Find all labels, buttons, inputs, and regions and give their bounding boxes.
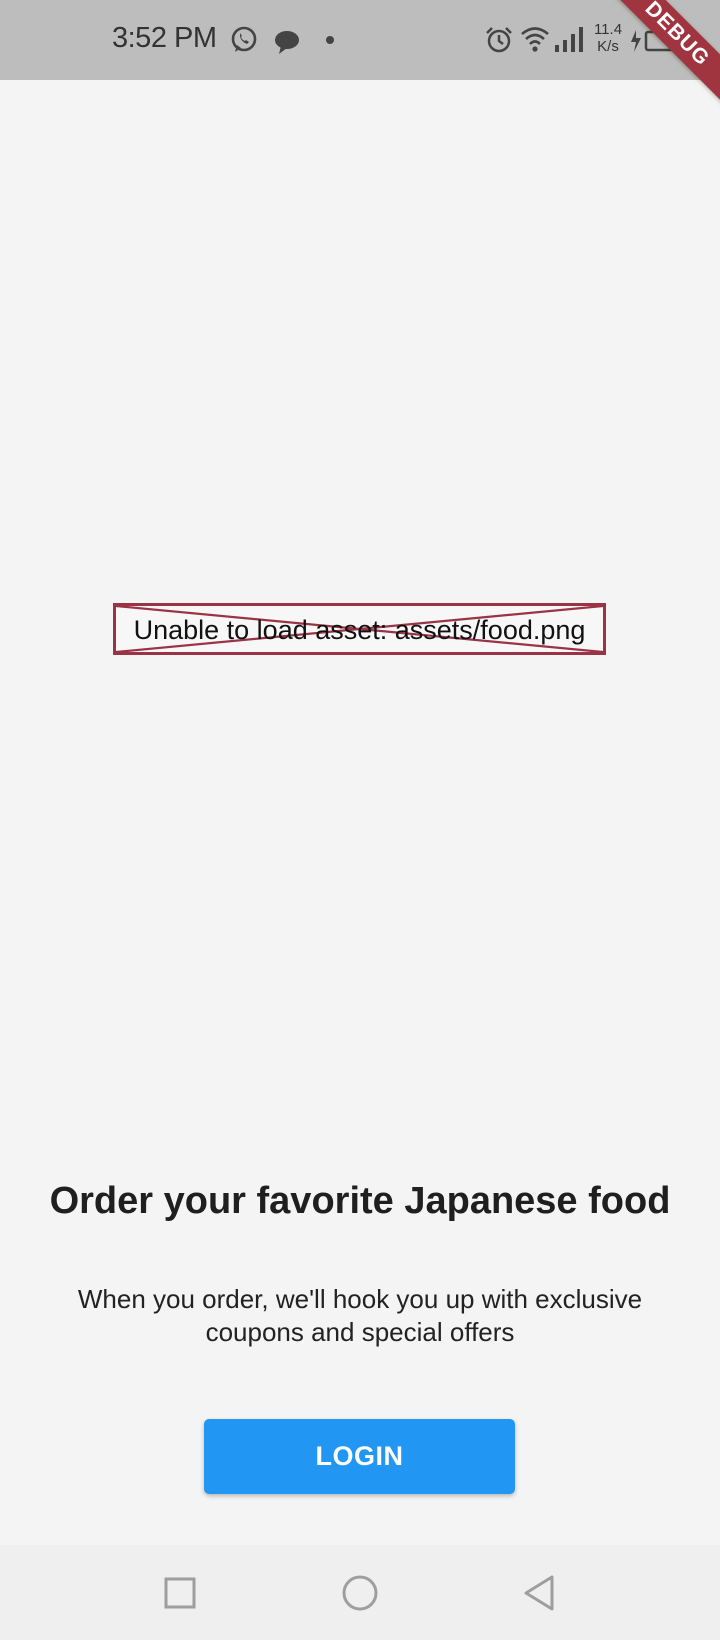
network-speed-unit: K/s: [597, 38, 619, 55]
chat-bubble-icon: [275, 31, 299, 54]
wifi-icon: [521, 27, 549, 52]
home-circle-icon[interactable]: [332, 1565, 388, 1621]
app-screen: 3:52 PM 11.4 K/s DEBUG Unable to load as…: [0, 0, 720, 1640]
asset-error-message: Unable to load asset: assets/food.png: [133, 615, 586, 645]
status-bar: 3:52 PM 11.4 K/s DEBUG: [0, 0, 720, 113]
alarm-icon: [486, 27, 512, 53]
food-image-placeholder: Unable to load asset: assets/food.png: [113, 603, 606, 655]
onboarding-description: When you order, we'll hook you up with e…: [77, 1284, 643, 1347]
network-speed-value: 11.4: [593, 21, 623, 38]
login-button[interactable]: LOGIN: [204, 1419, 515, 1494]
notification-dot-icon: [326, 36, 334, 44]
recents-square-icon[interactable]: [152, 1565, 208, 1621]
signal-icon: [555, 27, 583, 52]
network-speed: 11.4 K/s: [590, 21, 626, 55]
back-triangle-icon[interactable]: [512, 1565, 568, 1621]
system-navigation-bar: [0, 1545, 720, 1640]
page-title: Order your favorite Japanese food: [49, 1180, 671, 1222]
debug-banner: DEBUG: [598, 0, 720, 113]
status-time: 3:52 PM: [112, 22, 217, 54]
whatsapp-icon: [231, 26, 257, 52]
